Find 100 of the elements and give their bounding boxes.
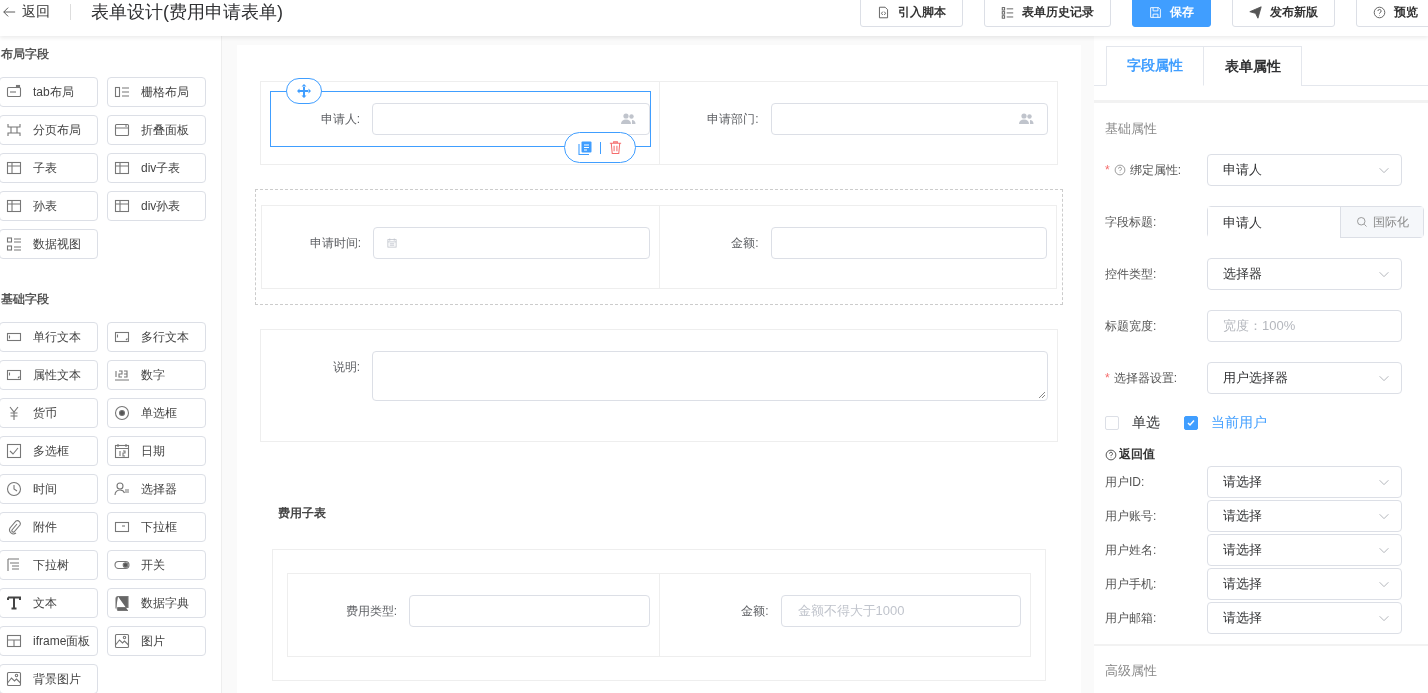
- component-item[interactable]: tab布局: [0, 77, 98, 107]
- component-item[interactable]: iframe面板: [0, 626, 98, 656]
- move-icon: [296, 83, 312, 99]
- component-item[interactable]: 多行文本: [107, 322, 206, 352]
- list-icon: [6, 236, 22, 252]
- component-item[interactable]: 选择器: [107, 474, 206, 504]
- property-label: 用户手机:: [1105, 575, 1158, 593]
- form-field[interactable]: 金额:: [668, 215, 1048, 271]
- property-label: 标题宽度:: [1105, 317, 1158, 335]
- form-field[interactable]: 申请时间:: [271, 215, 651, 271]
- selected-field-frame[interactable]: 申请人:: [270, 91, 651, 147]
- form-field[interactable]: 申请部门:: [668, 91, 1049, 147]
- component-item[interactable]: 折叠面板: [107, 115, 206, 145]
- help-icon: [1105, 448, 1117, 461]
- clock-icon: [6, 481, 22, 497]
- component-item[interactable]: 数据字典: [107, 588, 206, 618]
- component-item[interactable]: 开关: [107, 550, 206, 580]
- component-item[interactable]: 属性文本: [0, 360, 98, 390]
- input-field[interactable]: [409, 595, 650, 627]
- textarea-icon: [114, 329, 130, 345]
- select-field[interactable]: 选择器: [1207, 258, 1402, 290]
- component-item[interactable]: 货币: [0, 398, 98, 428]
- component-item[interactable]: 数据视图: [0, 229, 98, 259]
- textarea-icon: [6, 367, 22, 383]
- panel-icon: [114, 122, 130, 138]
- table-icon: [114, 198, 130, 214]
- search-icon: [1355, 216, 1368, 228]
- back-button[interactable]: 返回: [0, 3, 50, 21]
- form-field[interactable]: 费用类型:: [297, 583, 651, 639]
- form-field[interactable]: 金额: 金额不得大于1000: [668, 583, 1022, 639]
- component-item[interactable]: 栅格布局: [107, 77, 206, 107]
- tree-icon: [6, 557, 22, 573]
- section-title: 基础属性: [1105, 120, 1158, 138]
- arrow-left-icon: [2, 5, 16, 19]
- checkbox-icon: [6, 443, 22, 459]
- component-item[interactable]: 子表: [0, 153, 98, 183]
- user-select-field[interactable]: [372, 103, 650, 135]
- component-item[interactable]: 时间: [0, 474, 98, 504]
- component-item[interactable]: 文本: [0, 588, 98, 618]
- property-label: 字段标题:: [1105, 213, 1158, 231]
- script-icon: [877, 5, 890, 19]
- i18n-button[interactable]: 国际化: [1340, 207, 1423, 237]
- property-label: * 选择器设置:: [1105, 369, 1178, 387]
- component-item[interactable]: 背景图片: [0, 664, 98, 693]
- select-field[interactable]: 用户选择器: [1207, 362, 1402, 394]
- placeholder: 金额不得大于1000: [797, 602, 905, 620]
- input-field[interactable]: 申请人 国际化: [1207, 206, 1424, 238]
- dropdown-icon: [114, 519, 130, 535]
- component-item[interactable]: 分页布局: [0, 115, 98, 145]
- check-icon: [1186, 418, 1196, 428]
- select-field[interactable]: 请选择: [1207, 602, 1402, 634]
- move-handle[interactable]: [286, 78, 322, 104]
- component-item[interactable]: 单选框: [107, 398, 206, 428]
- select-field[interactable]: 请选择: [1207, 500, 1402, 532]
- date-field[interactable]: [373, 227, 650, 259]
- field-label: 申请部门:: [706, 111, 760, 128]
- calendar-icon: [386, 237, 398, 249]
- select-field[interactable]: 请选择: [1207, 568, 1402, 600]
- toolbar-button[interactable]: 引入脚本: [860, 0, 963, 27]
- component-item[interactable]: 下拉树: [0, 550, 98, 580]
- table-icon: [114, 160, 130, 176]
- help-icon: [1373, 5, 1386, 19]
- textarea-field[interactable]: [372, 351, 1048, 401]
- frame-icon: [6, 633, 22, 649]
- field-label: 费用类型:: [344, 603, 398, 620]
- save-icon: [1149, 5, 1162, 19]
- section-title: 布局字段: [1, 46, 50, 63]
- field-label: 申请人:: [319, 111, 361, 128]
- field-label: 金额:: [740, 603, 770, 620]
- toolbar-button[interactable]: 预览: [1356, 0, 1428, 27]
- component-item[interactable]: 单行文本: [0, 322, 98, 352]
- select-field[interactable]: 请选择: [1207, 466, 1402, 498]
- resize-grip-icon[interactable]: [1038, 391, 1046, 399]
- book-icon: [114, 595, 130, 611]
- pager-icon: [6, 122, 22, 138]
- toolbar-button[interactable]: 表单历史记录: [984, 0, 1111, 27]
- select-field[interactable]: 请选择: [1207, 534, 1402, 566]
- toolbar-button[interactable]: 发布新版: [1232, 0, 1335, 27]
- calendar-icon: [114, 443, 130, 459]
- component-item[interactable]: div子表: [107, 153, 206, 183]
- field-label: 金额:: [730, 235, 760, 252]
- component-item[interactable]: div孙表: [107, 191, 206, 221]
- component-item[interactable]: 下拉框: [107, 512, 206, 542]
- component-item[interactable]: 数字: [107, 360, 206, 390]
- tab-icon: [6, 84, 22, 100]
- input-field[interactable]: [770, 227, 1047, 259]
- select-field[interactable]: 申请人: [1207, 154, 1402, 186]
- delete-icon: [607, 140, 623, 155]
- tab[interactable]: 表单属性: [1204, 46, 1302, 86]
- component-item[interactable]: 日期: [107, 436, 206, 466]
- table-icon: [6, 160, 22, 176]
- component-item[interactable]: 附件: [0, 512, 98, 542]
- users-icon: [1017, 111, 1035, 127]
- section-title: 返回值: [1119, 446, 1155, 463]
- number-icon: [114, 367, 130, 383]
- component-item[interactable]: 孙表: [0, 191, 98, 221]
- checkbox[interactable]: 单选: [1105, 414, 1160, 432]
- user-select-field[interactable]: [770, 103, 1048, 135]
- component-item[interactable]: 图片: [107, 626, 206, 656]
- component-item[interactable]: 多选框: [0, 436, 98, 466]
